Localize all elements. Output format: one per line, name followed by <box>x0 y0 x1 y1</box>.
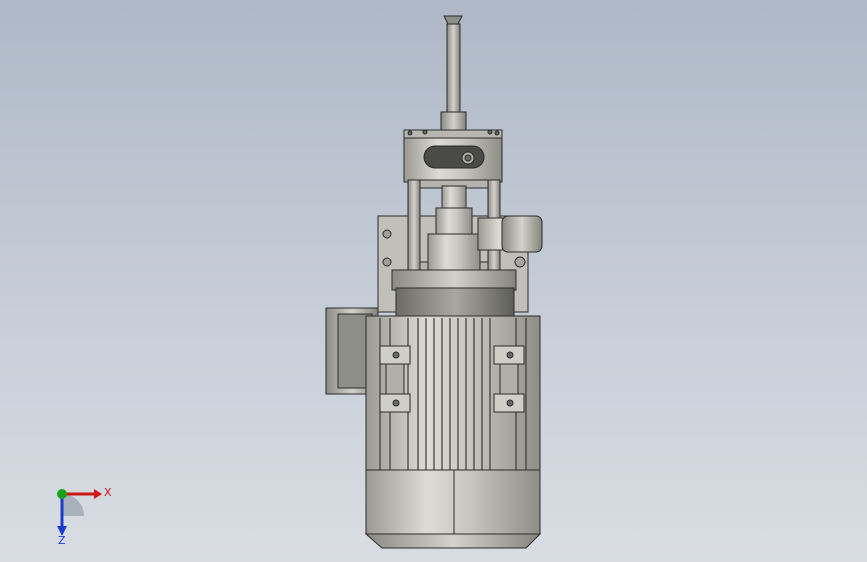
motor-assembly-model[interactable] <box>0 0 867 562</box>
cad-viewport[interactable]: X Z <box>0 0 867 562</box>
fan-cover <box>364 469 542 549</box>
motor-flange <box>391 269 517 291</box>
motor-body <box>365 315 541 473</box>
coupling <box>427 185 481 273</box>
z-axis-label: Z <box>58 534 66 547</box>
x-axis-label: X <box>104 486 112 499</box>
top-shaft <box>440 15 467 133</box>
axis-triad-graphic <box>57 489 102 536</box>
axis-triad: X Z <box>44 480 124 550</box>
upper-housing <box>403 129 503 183</box>
